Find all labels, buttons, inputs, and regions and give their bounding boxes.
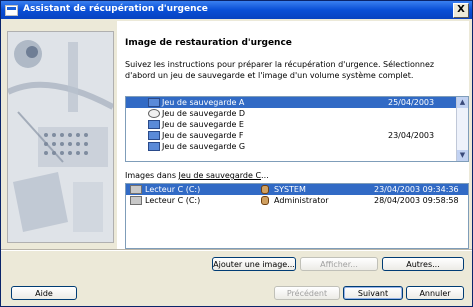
- wizard-window: Assistant de récupération d'urgence X Im…: [0, 0, 473, 307]
- backup-set-link[interactable]: Jeu de sauvegarde C: [179, 171, 262, 180]
- disk-icon: [148, 98, 160, 107]
- image-row[interactable]: Lecteur C (C:) Administrator 28/04/2003 09…: [126, 195, 468, 206]
- user-icon: [261, 185, 269, 194]
- image-drive: Lecteur C (C:): [145, 185, 201, 194]
- scroll-up-icon[interactable]: ▲: [457, 97, 468, 108]
- scroll-down-icon[interactable]: ▼: [457, 150, 468, 161]
- hard-drive-icon: [130, 196, 142, 205]
- backup-list-scrollbar[interactable]: ▲ ▼: [456, 97, 468, 161]
- next-button[interactable]: Suivant: [343, 286, 403, 300]
- image-drive: Lecteur C (C:): [145, 196, 201, 205]
- footer-separator: [1, 249, 472, 251]
- close-button[interactable]: X: [453, 3, 469, 18]
- backup-set-name: Jeu de sauvegarde F: [162, 131, 244, 140]
- backup-set-row[interactable]: Jeu de sauvegarde D: [126, 108, 456, 119]
- page-title: Image de restauration d'urgence: [125, 38, 292, 48]
- hard-drive-icon: [130, 185, 142, 194]
- disk-icon: [148, 120, 160, 129]
- backup-set-date: 25/04/2003: [388, 98, 435, 107]
- title-bar[interactable]: Assistant de récupération d'urgence X: [1, 1, 472, 19]
- wizard-side-image: [7, 31, 114, 243]
- cancel-button[interactable]: Annuler: [406, 286, 464, 300]
- disk-icon: [148, 131, 160, 140]
- images-label: Images dans Jeu de sauvegarde C...: [125, 171, 269, 180]
- previous-button[interactable]: Précédent: [274, 286, 340, 300]
- window-icon: [5, 5, 18, 16]
- cd-icon: [148, 109, 160, 118]
- backup-set-name: Jeu de sauvegarde D: [162, 109, 246, 118]
- image-user: SYSTEM: [274, 185, 306, 194]
- backup-set-row[interactable]: Jeu de sauvegarde G: [126, 141, 456, 152]
- add-image-button[interactable]: Ajouter une image...: [212, 257, 296, 271]
- backup-set-row[interactable]: Jeu de sauvegarde A 25/04/2003: [126, 97, 456, 108]
- instructions-text: Suivez les instructions pour préparer la…: [125, 60, 435, 80]
- backup-set-name: Jeu de sauvegarde G: [162, 142, 246, 151]
- image-list[interactable]: Lecteur C (C:) SYSTEM 23/04/2003 09:34:36 L…: [125, 183, 469, 249]
- backup-set-list[interactable]: Jeu de sauvegarde A 25/04/2003 Jeu de sauv…: [125, 96, 469, 162]
- backup-set-name: Jeu de sauvegarde E: [162, 120, 244, 129]
- backup-set-date: 23/04/2003: [388, 131, 435, 140]
- image-timestamp: 28/04/2003 09:58:58: [374, 196, 459, 205]
- backup-set-row[interactable]: Jeu de sauvegarde E: [126, 119, 456, 130]
- image-user: Administrator: [274, 196, 329, 205]
- disk-icon: [148, 142, 160, 151]
- image-row[interactable]: Lecteur C (C:) SYSTEM 23/04/2003 09:34:36: [126, 184, 468, 195]
- others-button[interactable]: Autres...: [382, 257, 464, 271]
- user-icon: [261, 196, 269, 205]
- show-button[interactable]: Afficher...: [300, 257, 378, 271]
- wizard-content: Image de restauration d'urgence Suivez l…: [117, 21, 469, 249]
- science-illustration-icon: [8, 32, 113, 242]
- help-button[interactable]: Aide: [11, 286, 77, 300]
- backup-set-name: Jeu de sauvegarde A: [162, 98, 245, 107]
- image-timestamp: 23/04/2003 09:34:36: [374, 185, 459, 194]
- window-title: Assistant de récupération d'urgence: [23, 4, 208, 14]
- backup-set-row[interactable]: Jeu de sauvegarde F 23/04/2003: [126, 130, 456, 141]
